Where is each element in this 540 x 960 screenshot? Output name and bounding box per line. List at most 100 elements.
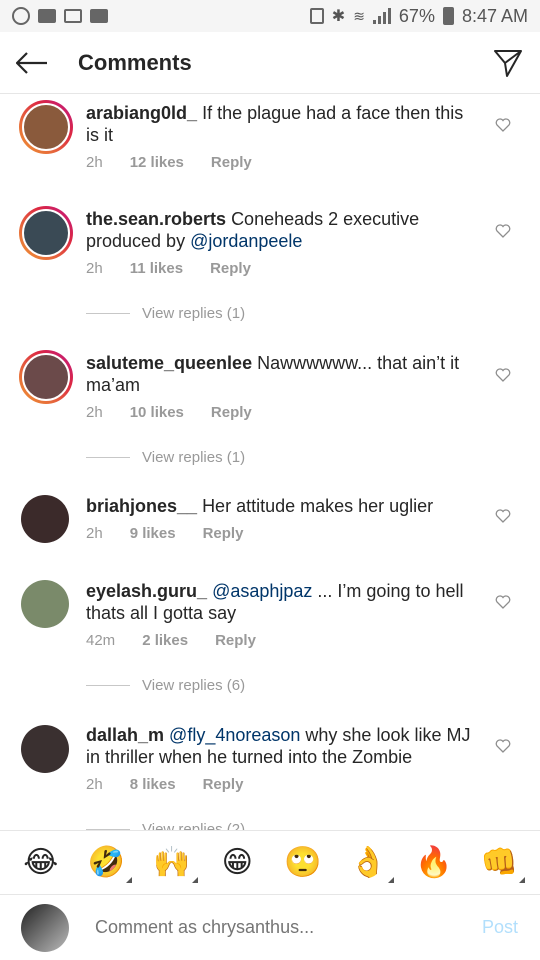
skin-tone-indicator (191, 876, 198, 883)
emoji-fist-glyph: 👊 (480, 844, 518, 880)
avatar[interactable] (21, 495, 69, 543)
avatar-image (22, 353, 70, 401)
reply-button[interactable]: Reply (203, 525, 244, 542)
emoji-grin-button[interactable]: 😁 (217, 843, 257, 883)
skin-tone-indicator (519, 876, 526, 883)
comment-input[interactable] (95, 917, 435, 938)
avatar[interactable] (19, 100, 73, 154)
comment-time: 42m (86, 632, 116, 649)
comment-mention[interactable]: @fly_4noreason (169, 725, 300, 745)
view-replies-label: View replies (2) (142, 821, 246, 830)
comment-username[interactable]: arabiang0ld_ (86, 103, 197, 123)
bluetooth-icon: ✱ (331, 8, 346, 25)
emoji-raised-hands-button[interactable]: 🙌 (152, 843, 198, 883)
emoji-rofl-glyph: 🤣 (87, 844, 125, 880)
battery-percent: 67% (398, 5, 435, 26)
view-replies-label: View replies (1) (142, 305, 246, 322)
reply-button[interactable]: Reply (211, 404, 252, 421)
comment-username[interactable]: briahjones__ (86, 496, 197, 516)
heart-icon[interactable] (495, 594, 511, 610)
battery-icon (442, 7, 454, 25)
send-icon (494, 49, 522, 77)
emoji-rofl-button[interactable]: 🤣 (86, 843, 133, 883)
avatar[interactable] (19, 206, 73, 260)
emoji-fire-button[interactable]: 🔥 (414, 843, 454, 883)
skin-tone-indicator (388, 876, 395, 883)
comment-meta: 2h 9 likes Reply (86, 525, 243, 542)
avatar[interactable] (21, 725, 69, 773)
comment-text: eyelash.guru_ @asaphjpaz ... I’m going t… (86, 580, 476, 624)
reply-button[interactable]: Reply (210, 260, 251, 277)
page-title: Comments (78, 49, 192, 75)
likes-count[interactable]: 2 likes (142, 632, 188, 649)
comment-meta: 2h 12 likes Reply (86, 154, 252, 171)
emoji-bar: 😂 🤣 🙌 😁 🙄 👌 🔥 👊 (0, 830, 540, 894)
nfc-icon (309, 8, 324, 24)
avatar[interactable] (19, 350, 73, 404)
emoji-ok-hand-glyph: 👌 (349, 844, 387, 880)
comment-meta: 2h 8 likes Reply (86, 776, 243, 793)
likes-count[interactable]: 9 likes (130, 525, 176, 542)
emoji-fist-button[interactable]: 👊 (479, 843, 526, 883)
emoji-tears-of-joy-button[interactable]: 😂 (21, 843, 61, 883)
comment-text: briahjones__ Her attitude makes her ugli… (86, 495, 476, 517)
avatar[interactable] (21, 580, 69, 628)
comment-time: 2h (86, 260, 103, 277)
view-replies-label: View replies (6) (142, 677, 246, 694)
share-button[interactable] (476, 32, 540, 94)
skin-tone-indicator (126, 876, 133, 883)
heart-icon[interactable] (495, 738, 511, 754)
wifi-icon: ≋ (353, 7, 365, 24)
likes-count[interactable]: 10 likes (130, 404, 184, 421)
comment-mention[interactable]: @jordanpeele (190, 231, 302, 251)
likes-count[interactable]: 8 likes (130, 776, 176, 793)
mail-icon-2 (90, 9, 108, 23)
comment-list[interactable]: arabiang0ld_ If the plague had a face th… (0, 95, 540, 830)
status-bar: ✱ ≋ 67% 8:47 AM (0, 0, 540, 32)
emoji-eye-roll-button[interactable]: 🙄 (283, 843, 323, 883)
heart-icon[interactable] (495, 223, 511, 239)
reply-button[interactable]: Reply (215, 632, 256, 649)
comment-mention[interactable]: @asaphjpaz (212, 581, 312, 601)
comment-username[interactable]: saluteme_queenlee (86, 353, 252, 373)
comment-text: arabiang0ld_ If the plague had a face th… (86, 102, 476, 146)
current-user-avatar (21, 903, 69, 952)
view-replies-button[interactable]: View replies (6) (86, 677, 245, 694)
likes-count[interactable]: 11 likes (130, 260, 183, 277)
likes-count[interactable]: 12 likes (130, 154, 184, 171)
divider (86, 457, 130, 458)
gallery-icon (64, 9, 82, 23)
comment-text: dallah_m @fly_4noreason why she look lik… (86, 724, 476, 768)
back-button[interactable] (0, 32, 64, 94)
comment-username[interactable]: dallah_m (86, 725, 164, 745)
comment-meta: 2h 10 likes Reply (86, 404, 252, 421)
heart-icon[interactable] (495, 508, 511, 524)
mail-icon (38, 9, 56, 23)
post-button[interactable]: Post (482, 917, 518, 938)
view-replies-button[interactable]: View replies (1) (86, 449, 245, 466)
divider (86, 313, 130, 314)
arrow-left-icon (16, 51, 47, 74)
emoji-ok-hand-button[interactable]: 👌 (348, 843, 395, 883)
comment-text: saluteme_queenlee Nawwwwww... that ain’t… (86, 352, 476, 396)
view-replies-button[interactable]: View replies (2) (86, 821, 245, 830)
comment-time: 2h (86, 776, 103, 793)
heart-icon[interactable] (495, 367, 511, 383)
reply-button[interactable]: Reply (211, 154, 252, 171)
comment-time: 2h (86, 525, 103, 542)
emoji-raised-hands-glyph: 🙌 (153, 844, 191, 880)
avatar-image (22, 209, 70, 257)
comment-username[interactable]: the.sean.roberts (86, 209, 226, 229)
whatsapp-icon (12, 7, 30, 25)
view-replies-button[interactable]: View replies (1) (86, 305, 245, 322)
divider (86, 685, 130, 686)
comment-input-bar: Post (0, 894, 540, 960)
comment-username[interactable]: eyelash.guru_ (86, 581, 207, 601)
comment-body: Her attitude makes her uglier (202, 496, 434, 516)
signal-icon (372, 8, 391, 24)
clock: 8:47 AM (461, 5, 528, 26)
view-replies-label: View replies (1) (142, 449, 246, 466)
heart-icon[interactable] (495, 117, 511, 133)
reply-button[interactable]: Reply (203, 776, 244, 793)
avatar-image (22, 103, 70, 151)
